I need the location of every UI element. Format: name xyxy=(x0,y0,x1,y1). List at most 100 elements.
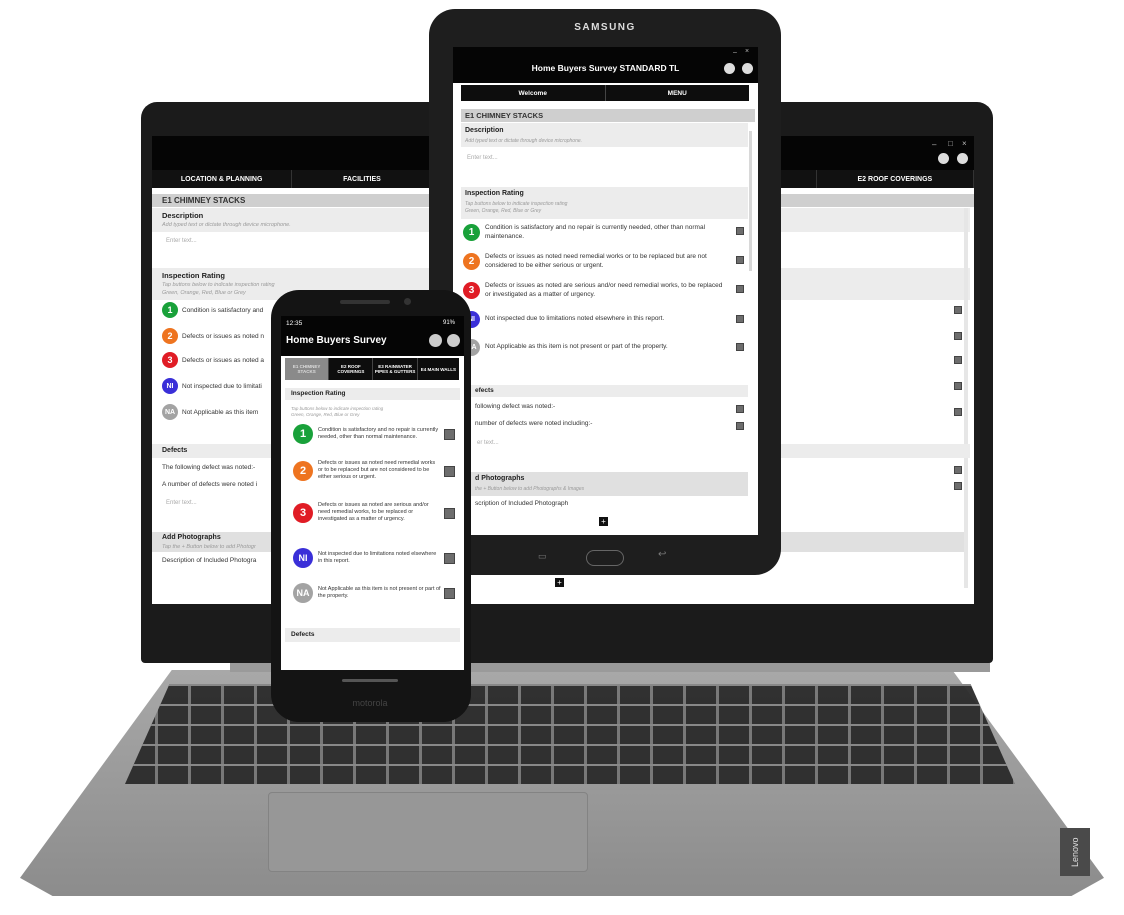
scrollbar[interactable] xyxy=(749,131,752,271)
rating-row-2[interactable]: 2 Defects or issues as noted n xyxy=(162,328,264,344)
photos-description: Description of Included Photogra xyxy=(162,557,257,564)
inspection-hint-colors: Green, Orange, Red, Blue or Grey xyxy=(162,290,246,296)
rating-checkbox[interactable] xyxy=(736,285,744,293)
description-input[interactable]: Enter text... xyxy=(166,238,197,244)
inspection-label: Inspection Rating xyxy=(465,190,524,197)
rating-text: Defects or issues as noted a xyxy=(182,356,265,364)
add-photo-button[interactable]: + xyxy=(555,578,564,587)
rating-badge[interactable]: 3 xyxy=(293,502,313,523)
rating-badge[interactable]: NA xyxy=(162,404,178,420)
rating-badge[interactable]: 3 xyxy=(162,352,178,368)
defect-checkbox[interactable] xyxy=(736,422,744,430)
tablet-screen: – × Home Buyers Survey STANDARD TL Welco… xyxy=(453,47,758,535)
rating-text: Condition is satisfactory and xyxy=(182,306,264,314)
rating-checkbox[interactable] xyxy=(444,553,455,564)
defect-checkbox[interactable] xyxy=(954,466,962,474)
photos-label: Add Photographs xyxy=(162,534,221,541)
defect-checkbox[interactable] xyxy=(954,482,962,490)
scrollbar[interactable] xyxy=(964,208,968,588)
tab-e2-roof-coverings[interactable]: E2 ROOF COVERINGS xyxy=(817,170,974,188)
tab-e1-chimney-stacks[interactable]: E1 CHIMNEY STACKS xyxy=(285,358,330,380)
rating-checkbox[interactable] xyxy=(954,332,962,340)
rating-checkbox[interactable] xyxy=(444,429,455,440)
rating-row-ni[interactable]: NI Not inspected due to limitations note… xyxy=(463,311,723,328)
maximize-icon[interactable]: □ xyxy=(948,139,953,148)
rating-checkbox[interactable] xyxy=(954,306,962,314)
forward-icon[interactable] xyxy=(742,63,753,74)
rating-badge[interactable]: 3 xyxy=(463,282,480,300)
rating-row-na[interactable]: NA Not Applicable as this item is not pr… xyxy=(293,583,441,603)
rating-row-1[interactable]: 1 Condition is satisfactory and no repai… xyxy=(293,424,441,444)
forward-icon[interactable] xyxy=(957,153,968,164)
rating-row-1[interactable]: 1 Condition is satisfactory and xyxy=(162,302,263,318)
inspection-hint: Tap buttons below to indicate inspection… xyxy=(465,201,568,207)
rating-text: Condition is satisfactory and no repair … xyxy=(318,426,439,440)
tablet-home-button[interactable] xyxy=(586,550,624,566)
rating-badge[interactable]: NA xyxy=(293,583,313,603)
rating-checkbox[interactable] xyxy=(444,466,455,477)
description-input[interactable]: Enter text... xyxy=(467,155,498,161)
rating-badge[interactable]: 1 xyxy=(463,224,480,242)
back-icon[interactable] xyxy=(724,63,735,74)
rating-row-3[interactable]: 3 Defects or issues as noted are serious… xyxy=(293,502,441,523)
rating-checkbox[interactable] xyxy=(954,356,962,364)
rating-badge[interactable]: NI xyxy=(162,378,178,394)
rating-text: Defects or issues as noted need remedial… xyxy=(318,460,436,481)
rating-checkbox[interactable] xyxy=(736,256,744,264)
rating-checkbox[interactable] xyxy=(444,508,455,519)
rating-badge[interactable]: NI xyxy=(293,548,313,568)
section-title: E1 CHIMNEY STACKS xyxy=(461,109,755,122)
rating-row-2[interactable]: 2 Defects or issues as noted need remedi… xyxy=(463,253,723,271)
tablet-recent-icon[interactable]: ▭ xyxy=(538,551,547,562)
rating-badge[interactable]: 1 xyxy=(293,424,313,444)
rating-row-1[interactable]: 1 Condition is satisfactory and no repai… xyxy=(463,224,723,242)
rating-row-3[interactable]: 3 Defects or issues as noted are serious… xyxy=(463,282,723,300)
back-icon[interactable] xyxy=(429,334,442,347)
rating-text: Defects or issues as noted n xyxy=(182,332,265,340)
rating-checkbox[interactable] xyxy=(736,343,744,351)
minimize-icon[interactable]: – xyxy=(733,49,737,56)
rating-row-ni[interactable]: NI Not inspected due to limitations note… xyxy=(293,548,441,568)
rating-checkbox[interactable] xyxy=(444,588,455,599)
back-icon[interactable] xyxy=(938,153,949,164)
defect-checkbox[interactable] xyxy=(736,405,744,413)
rating-row-na[interactable]: NA Not Applicable as this item is not pr… xyxy=(463,339,723,356)
defect-option-2: A number of defects were noted i xyxy=(162,481,258,488)
tab-welcome[interactable]: Welcome xyxy=(461,85,606,101)
phone-nav-pill[interactable] xyxy=(342,679,398,682)
minimize-icon[interactable]: – xyxy=(932,140,936,149)
rating-badge[interactable]: 2 xyxy=(463,253,480,271)
app-title: Home Buyers Survey STANDARD TL xyxy=(531,63,680,73)
tab-location-planning[interactable]: LOCATION & PLANNING xyxy=(152,170,293,188)
close-icon[interactable]: × xyxy=(962,139,967,148)
laptop-touchpad xyxy=(268,792,588,872)
rating-checkbox[interactable] xyxy=(954,382,962,390)
add-photo-button[interactable]: + xyxy=(599,517,608,526)
defects-label: Defects xyxy=(291,631,315,638)
description-hint: Add typed text or dictate through device… xyxy=(465,138,583,144)
tab-e2-roof-coverings[interactable]: E2 ROOF COVERINGS xyxy=(329,358,374,380)
defects-input[interactable]: er text... xyxy=(477,440,499,446)
tab-menu[interactable]: MENU xyxy=(606,85,750,101)
rating-badge[interactable]: 1 xyxy=(162,302,178,318)
tab-e3-rainwater[interactable]: E3 RAINWATER PIPES & GUTTERS xyxy=(373,358,418,380)
rating-badge[interactable]: 2 xyxy=(162,328,178,344)
rating-row-3[interactable]: 3 Defects or issues as noted a xyxy=(162,352,264,368)
rating-row-ni[interactable]: NI Not inspected due to limitati xyxy=(162,378,262,394)
tab-e4-main-walls[interactable]: E4 MAIN WALLS xyxy=(418,358,459,380)
rating-checkbox[interactable] xyxy=(954,408,962,416)
close-icon[interactable]: × xyxy=(745,48,749,55)
status-time: 12:35 xyxy=(286,320,303,327)
forward-icon[interactable] xyxy=(447,334,460,347)
tablet-tab-bar: Welcome MENU xyxy=(461,85,749,101)
rating-badge[interactable]: 2 xyxy=(293,460,313,481)
rating-checkbox[interactable] xyxy=(736,315,744,323)
photos-label: d Photographs xyxy=(475,475,525,482)
tab-facilities[interactable]: FACILITIES xyxy=(292,170,433,188)
defects-input[interactable]: Enter text... xyxy=(166,500,197,506)
phone-speaker xyxy=(340,300,390,304)
rating-row-2[interactable]: 2 Defects or issues as noted need remedi… xyxy=(293,460,441,481)
rating-checkbox[interactable] xyxy=(736,227,744,235)
tablet-back-icon[interactable]: ↩ xyxy=(658,549,666,560)
rating-row-na[interactable]: NA Not Applicable as this item xyxy=(162,404,258,420)
